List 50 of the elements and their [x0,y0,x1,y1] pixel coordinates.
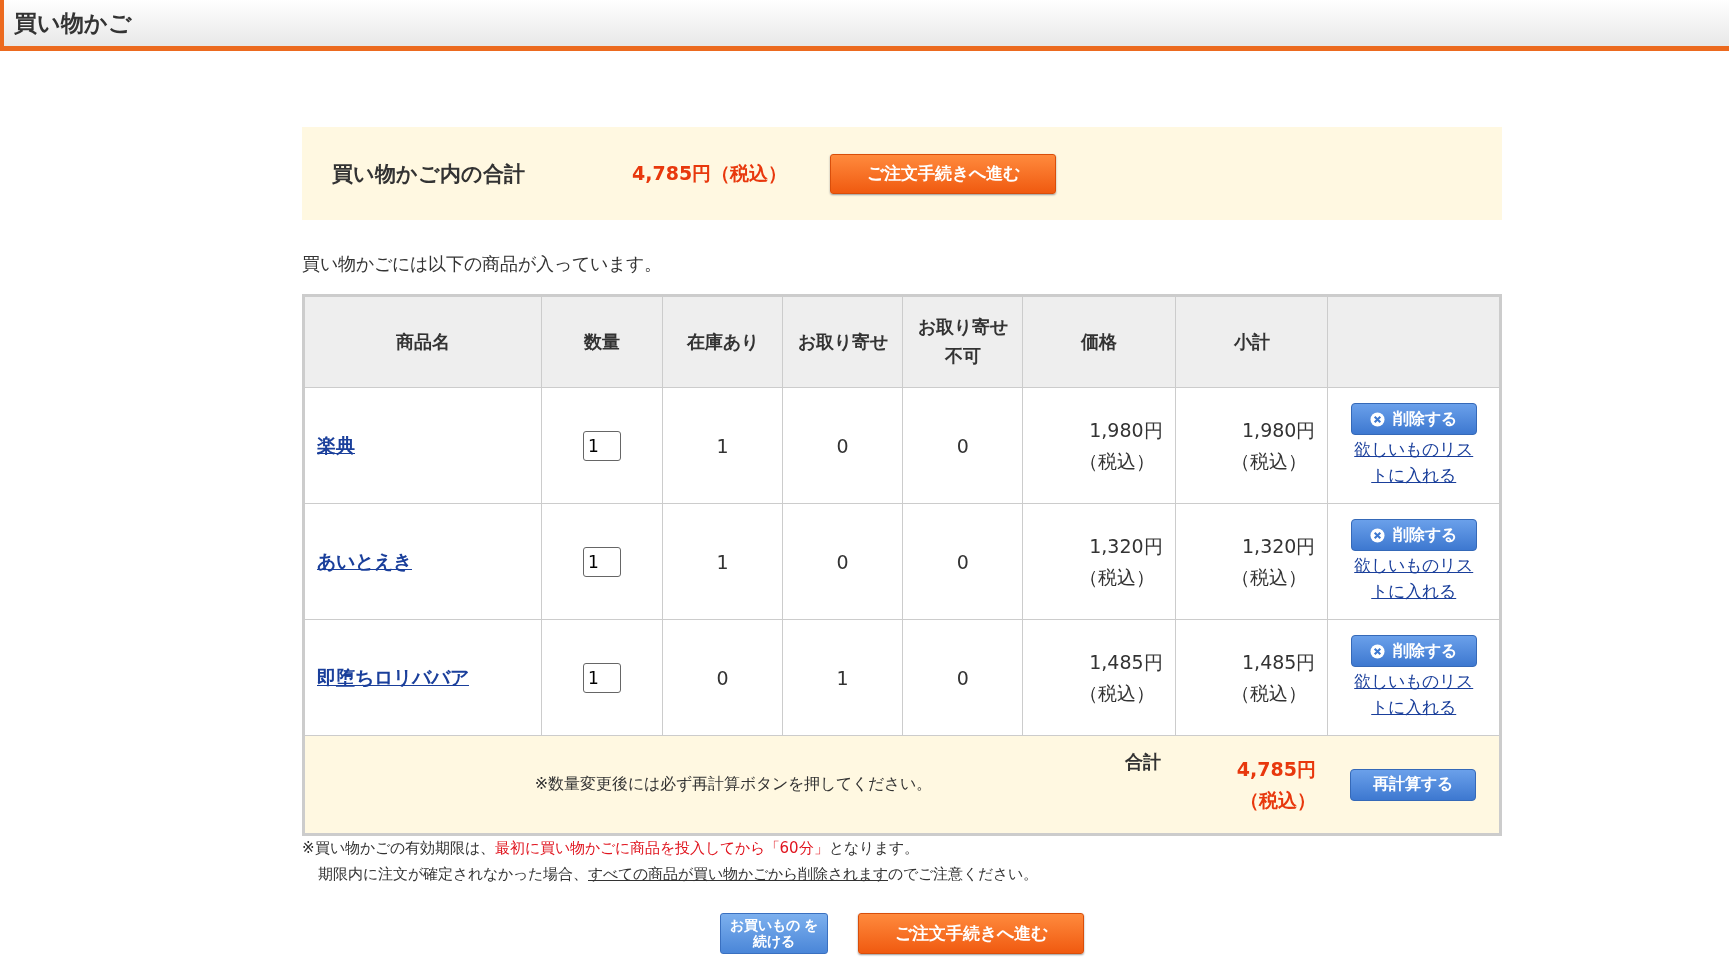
wishlist-link[interactable]: 欲しいものリストに入れる [1353,437,1474,488]
table-cell: 0 [902,503,1023,620]
notice-text: ※買い物かごの有効期限は、最初に買い物かごに商品を投入してから「60分」となります。 [302,838,920,859]
subtotal-text: 1,320円 [1241,534,1316,560]
column-header: 小計 [1175,295,1328,388]
footer-total: 4,785円 [1235,757,1316,783]
tax-text: （税込） [1077,448,1156,474]
tax-text: （税込） [1077,564,1156,590]
subtotal-text: 1,980円 [1241,418,1316,444]
column-header: お取り寄せ不可 [902,295,1023,388]
page-title: 買い物かご [14,8,132,38]
table-cell: 1 [782,619,903,736]
quantity-field[interactable]: 1 [583,546,622,577]
table-cell: 0 [902,387,1023,504]
tax-text: （税込） [1230,680,1309,706]
price-text: 1,980円 [1088,418,1163,444]
price-text: 1,320円 [1088,534,1163,560]
wishlist-link[interactable]: 欲しいものリストに入れる [1353,553,1474,604]
column-header: 数量 [541,295,663,388]
price-text: 1,485円 [1088,650,1163,676]
table-cell: 0 [782,503,903,620]
recalc-note: ※数量変更後には必ず再計算ボタンを押してください。 [303,735,1023,835]
summary-label: 買い物かご内の合計 [332,160,526,188]
tax-text: （税込） [1230,564,1309,590]
subtotal-text: 1,485円 [1241,650,1316,676]
table-cell: 0 [782,387,903,504]
column-header: 価格 [1022,295,1176,388]
table-cell: 1 [662,503,783,620]
product-link[interactable]: あいとえき [317,549,412,572]
table-cell: 0 [662,619,783,736]
tax-text: （税込） [1077,680,1156,706]
close-icon [1370,643,1386,659]
product-link[interactable]: 即堕ちロリババア [317,665,469,688]
intro-text: 買い物かごには以下の商品が入っています。 [302,252,663,276]
table-cell: 1 [662,387,783,504]
product-link[interactable]: 楽典 [317,433,355,456]
notice-text: 期限内に注文が確定されなかった場合、すべての商品が買い物かごから削除されますのでご注意ください。 [317,863,1039,885]
close-icon [1370,527,1386,543]
close-icon [1370,411,1386,427]
tax-text: （税込） [1238,787,1316,813]
table-cell: 0 [902,619,1023,736]
column-header: 商品名 [303,295,542,388]
quantity-field[interactable]: 1 [583,662,622,693]
summary-total: 4,785円（税込） [632,160,789,186]
wishlist-link[interactable]: 欲しいものリストに入れる [1353,669,1474,720]
total-label: 合計 [1022,735,1176,835]
column-header: 在庫あり [662,295,783,388]
tax-text: （税込） [1230,448,1309,474]
quantity-field[interactable]: 1 [583,430,622,461]
column-header: お取り寄せ [782,295,903,388]
